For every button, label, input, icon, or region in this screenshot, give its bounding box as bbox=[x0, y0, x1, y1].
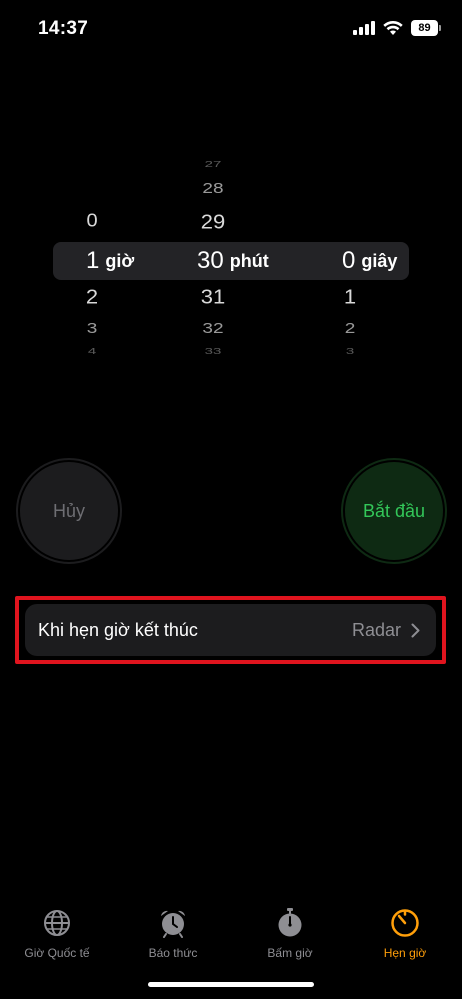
wheel-value: 27 bbox=[204, 159, 222, 170]
cellular-signal-icon bbox=[353, 21, 375, 35]
when-timer-ends-row[interactable]: Khi hẹn giờ kết thúc Radar bbox=[25, 604, 436, 656]
minutes-selected: 30 phút bbox=[197, 242, 269, 280]
wheel-value: 2 bbox=[344, 320, 356, 337]
tab-world-clock[interactable]: Giờ Quốc tế bbox=[2, 900, 112, 960]
home-indicator[interactable] bbox=[148, 982, 314, 987]
start-button[interactable]: Bắt đầu bbox=[341, 458, 447, 564]
start-button-label: Bắt đầu bbox=[362, 500, 426, 521]
wheel-value: 0 bbox=[86, 210, 98, 232]
status-indicators: 89 bbox=[353, 20, 441, 36]
cancel-button[interactable]: Hủy bbox=[16, 458, 122, 564]
wheel-value: 31 bbox=[200, 285, 226, 309]
wheel-value: 3 bbox=[86, 320, 98, 337]
ringtone-value: Radar bbox=[351, 619, 401, 640]
tab-timer[interactable]: Hẹn giờ bbox=[350, 900, 460, 960]
hours-unit: giờ bbox=[105, 250, 135, 271]
tab-label: Hẹn giờ bbox=[383, 946, 427, 960]
hours-value: 1 bbox=[86, 247, 100, 274]
duration-picker[interactable]: 0 2 3 4 1 giờ 27 28 29 31 32 33 30 phút … bbox=[0, 150, 462, 370]
status-time: 14:37 bbox=[38, 18, 89, 39]
timer-icon bbox=[391, 909, 419, 937]
tab-label: Báo thức bbox=[148, 946, 198, 960]
when-timer-ends-label: Khi hẹn giờ kết thúc bbox=[38, 619, 198, 640]
tab-bar: Giờ Quốc tế Báo thức Bấm giờ Hẹn giờ bbox=[0, 900, 462, 970]
status-bar: 14:37 89 bbox=[0, 0, 462, 60]
when-timer-ends-value-group: Radar bbox=[352, 620, 420, 641]
tab-alarm[interactable]: Báo thức bbox=[118, 900, 228, 960]
chevron-right-icon bbox=[411, 623, 420, 637]
timer-screen: 14:37 89 0 2 3 4 1 giờ 27 28 29 31 32 33… bbox=[0, 0, 462, 999]
wheel-value: 28 bbox=[202, 180, 224, 197]
minutes-unit: phút bbox=[229, 250, 269, 271]
wheel-value: 2 bbox=[85, 285, 99, 309]
battery-icon: 89 bbox=[411, 20, 441, 36]
wheel-value: 1 bbox=[343, 285, 357, 309]
seconds-unit: giây bbox=[361, 250, 398, 271]
wheel-value: 32 bbox=[202, 320, 224, 337]
hours-selected: 1 giờ bbox=[86, 242, 134, 280]
tab-stopwatch[interactable]: Bấm giờ bbox=[235, 900, 345, 960]
minutes-value: 30 bbox=[197, 247, 224, 274]
seconds-value: 0 bbox=[342, 247, 356, 274]
wheel-value: 4 bbox=[87, 346, 97, 357]
stopwatch-icon bbox=[278, 908, 302, 937]
alarm-clock-icon bbox=[161, 910, 185, 938]
tab-label: Giờ Quốc tế bbox=[24, 946, 90, 960]
globe-icon bbox=[44, 910, 70, 936]
wifi-icon bbox=[383, 20, 403, 36]
tab-label: Bấm giờ bbox=[267, 946, 313, 960]
wheel-value: 29 bbox=[200, 210, 226, 234]
wheel-value: 33 bbox=[204, 346, 222, 357]
wheel-value: 3 bbox=[345, 346, 355, 357]
seconds-selected: 0 giây bbox=[342, 242, 397, 280]
cancel-button-label: Hủy bbox=[52, 500, 85, 521]
